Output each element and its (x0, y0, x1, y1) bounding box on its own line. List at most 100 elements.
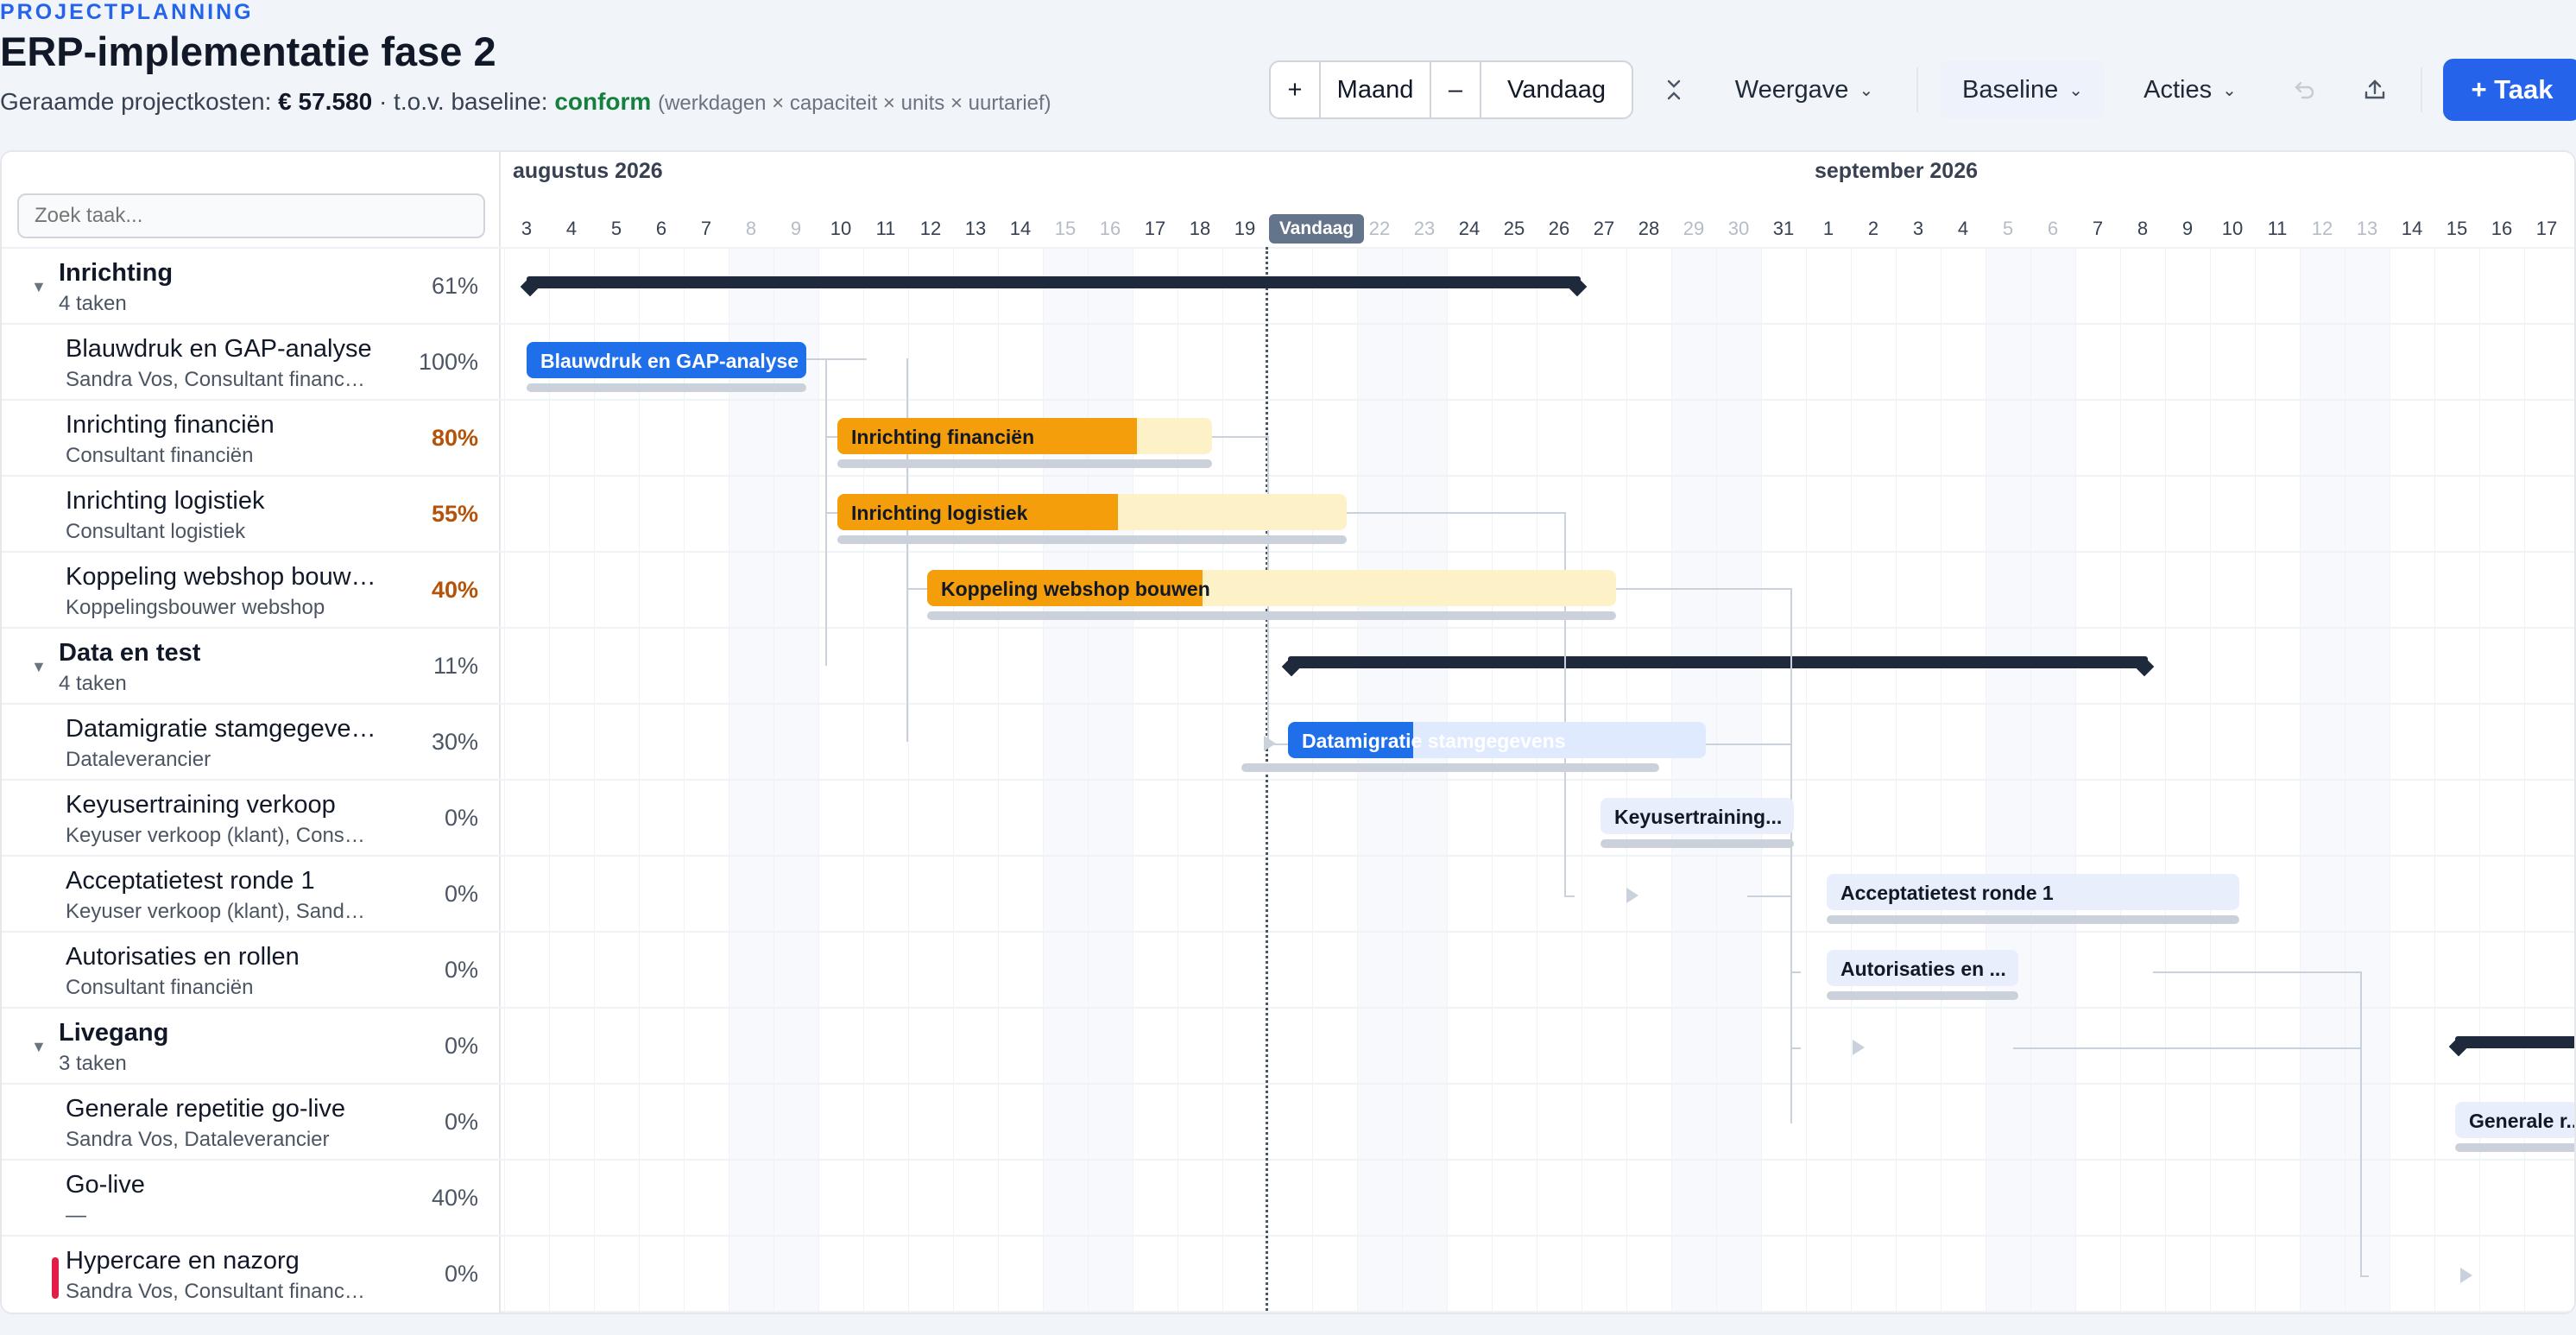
dependency-arrow-icon (1264, 736, 1276, 751)
task-row[interactable]: Keyusertraining verkoop Keyuser verkoop (… (2, 779, 501, 855)
scale-button[interactable]: Maand (1321, 62, 1431, 117)
task-row[interactable]: Blauwdruk en GAP-analyse Sandra Vos, Cons… (2, 323, 501, 399)
cost-label: Geraamde projectkosten: (0, 88, 272, 115)
baseline-bar (1241, 763, 1659, 772)
grid-column (953, 247, 998, 1313)
export-icon (2364, 79, 2385, 99)
task-progress: 0% (444, 1261, 478, 1287)
cost-hint: (werkdagen × capaciteit × units × uurtar… (658, 92, 1051, 115)
grid-column (1447, 247, 1492, 1313)
grid-column (2075, 247, 2120, 1313)
task-bar[interactable]: Datamigratie stamgegevens (1288, 722, 1706, 758)
baseline-bar (527, 383, 806, 392)
bar-label: Koppeling webshop bouwen (941, 578, 1210, 600)
task-row[interactable]: Hypercare en nazorg Sandra Vos, Consultan… (2, 1235, 501, 1311)
collapse-caret-icon[interactable]: ▼ (31, 1038, 47, 1056)
task-bar[interactable]: Inrichting financiën (837, 418, 1212, 454)
collapse-button[interactable] (1647, 60, 1701, 119)
collapse-caret-icon[interactable]: ▼ (31, 278, 47, 296)
grid-column (2300, 247, 2345, 1313)
row-divider (501, 855, 2574, 857)
undo-button[interactable] (2279, 60, 2331, 119)
task-name: Inrichting (59, 259, 174, 287)
grid-column (908, 247, 953, 1313)
dependency-line (806, 358, 867, 360)
task-row[interactable]: Datamigratie stamgegevens Dataleverancier… (2, 703, 501, 779)
zoom-in-button[interactable]: + (1271, 62, 1321, 117)
bar-label: Blauwdruk en GAP-analyse (540, 350, 799, 372)
task-resources: Consultant financiën (66, 444, 254, 467)
grid-column (1222, 247, 1267, 1313)
task-row[interactable]: Go-live — 40% (2, 1159, 501, 1235)
gantt-panel: ▼ Inrichting 4 taken 61% Blauwdruk en GAP-an… (0, 150, 2576, 1314)
grid-column (1088, 247, 1133, 1313)
bar-label: Keyusertraining... (1614, 806, 1783, 828)
task-group-row[interactable]: ▼ Inrichting 4 taken 61% (2, 247, 501, 323)
task-bar[interactable]: Inrichting logistiek (837, 494, 1347, 530)
day-label: 10 (830, 218, 852, 239)
day-label: 10 (2221, 218, 2244, 239)
row-divider (501, 1235, 2574, 1237)
task-name: Go-live (66, 1171, 145, 1199)
grid-column (1806, 247, 1851, 1313)
task-resources: Consultant financiën (66, 976, 254, 999)
actions-menu-button[interactable]: Acties ⌄ (2117, 60, 2263, 119)
dependency-arrow-icon (2460, 1268, 2472, 1283)
day-label: 19 (1234, 218, 1256, 239)
day-label: 5 (610, 218, 622, 239)
today-button[interactable]: Vandaag (1481, 62, 1632, 117)
export-button[interactable] (2348, 60, 2402, 119)
grid-column (2479, 247, 2524, 1313)
day-label: 3 (521, 218, 533, 239)
collapse-caret-icon[interactable]: ▼ (31, 658, 47, 676)
search-input[interactable] (17, 193, 485, 238)
task-bar[interactable]: Koppeling webshop bouwen (927, 570, 1616, 606)
day-label: 11 (875, 218, 896, 239)
baseline-menu-button[interactable]: Baseline ⌄ (1941, 60, 2105, 119)
task-bar[interactable]: Generale r... (2455, 1102, 2574, 1138)
day-label: 6 (2047, 218, 2059, 239)
cost-value: € 57.580 (278, 88, 373, 115)
task-row[interactable]: Inrichting logistiek Consultant logistiek… (2, 475, 501, 551)
chevron-down-icon: ⌄ (2222, 80, 2237, 100)
summary-bar[interactable] (2455, 1036, 2574, 1048)
task-name: Autorisaties en rollen (66, 943, 300, 971)
task-group-row[interactable]: ▼ Livegang 3 taken 0% (2, 1007, 501, 1083)
dependency-line (1564, 895, 1575, 897)
day-label: 13 (2356, 218, 2378, 239)
grid-column (2210, 247, 2255, 1313)
day-label: 13 (964, 218, 987, 239)
grid-column (773, 247, 818, 1313)
summary-bar[interactable] (1288, 656, 2148, 668)
task-row[interactable]: Inrichting financiën Consultant financiën… (2, 399, 501, 475)
task-name: Inrichting logistiek (66, 487, 265, 515)
task-row[interactable]: Acceptatietest ronde 1 Keyuser verkoop (k… (2, 855, 501, 931)
task-bar[interactable]: Autorisaties en ... (1827, 950, 2018, 986)
day-label: 4 (1957, 218, 1969, 239)
today-line (1266, 247, 1268, 1313)
day-label: 28 (1638, 218, 1660, 239)
view-menu-button[interactable]: Weergave ⌄ (1718, 60, 1891, 119)
summary-bar[interactable] (527, 276, 1581, 288)
zoom-out-button[interactable]: – (1431, 62, 1481, 117)
task-bar[interactable]: Blauwdruk en GAP-analyse (527, 342, 806, 378)
task-resources: Keyuser verkoop (klant), Sandra Vos (66, 900, 368, 923)
page-title: ERP-implementatie fase 2 (0, 28, 496, 74)
add-task-button[interactable]: + Taak (2443, 59, 2576, 121)
task-name: Inrichting financiën (66, 411, 275, 439)
grid-column (2434, 247, 2479, 1313)
task-bar[interactable]: Keyusertraining... (1601, 798, 1794, 834)
day-label: 16 (1099, 218, 1121, 239)
task-row[interactable]: Autorisaties en rollen Consultant financi… (2, 931, 501, 1007)
day-label: 27 (1593, 218, 1615, 239)
task-name: Data en test (59, 639, 201, 667)
task-progress: 0% (444, 957, 478, 983)
baseline-bar (1601, 839, 1794, 848)
task-group-row[interactable]: ▼ Data en test 4 taken 11% (2, 627, 501, 703)
task-row[interactable]: Koppeling webshop bouwen Koppelingsbouwer… (2, 551, 501, 627)
grid-column (1492, 247, 1537, 1313)
task-bar[interactable]: Acceptatietest ronde 1 (1827, 874, 2239, 910)
grid-column (729, 247, 773, 1313)
task-resources: Koppelingsbouwer webshop (66, 596, 325, 619)
task-row[interactable]: Generale repetitie go-live Sandra Vos, Da… (2, 1083, 501, 1159)
